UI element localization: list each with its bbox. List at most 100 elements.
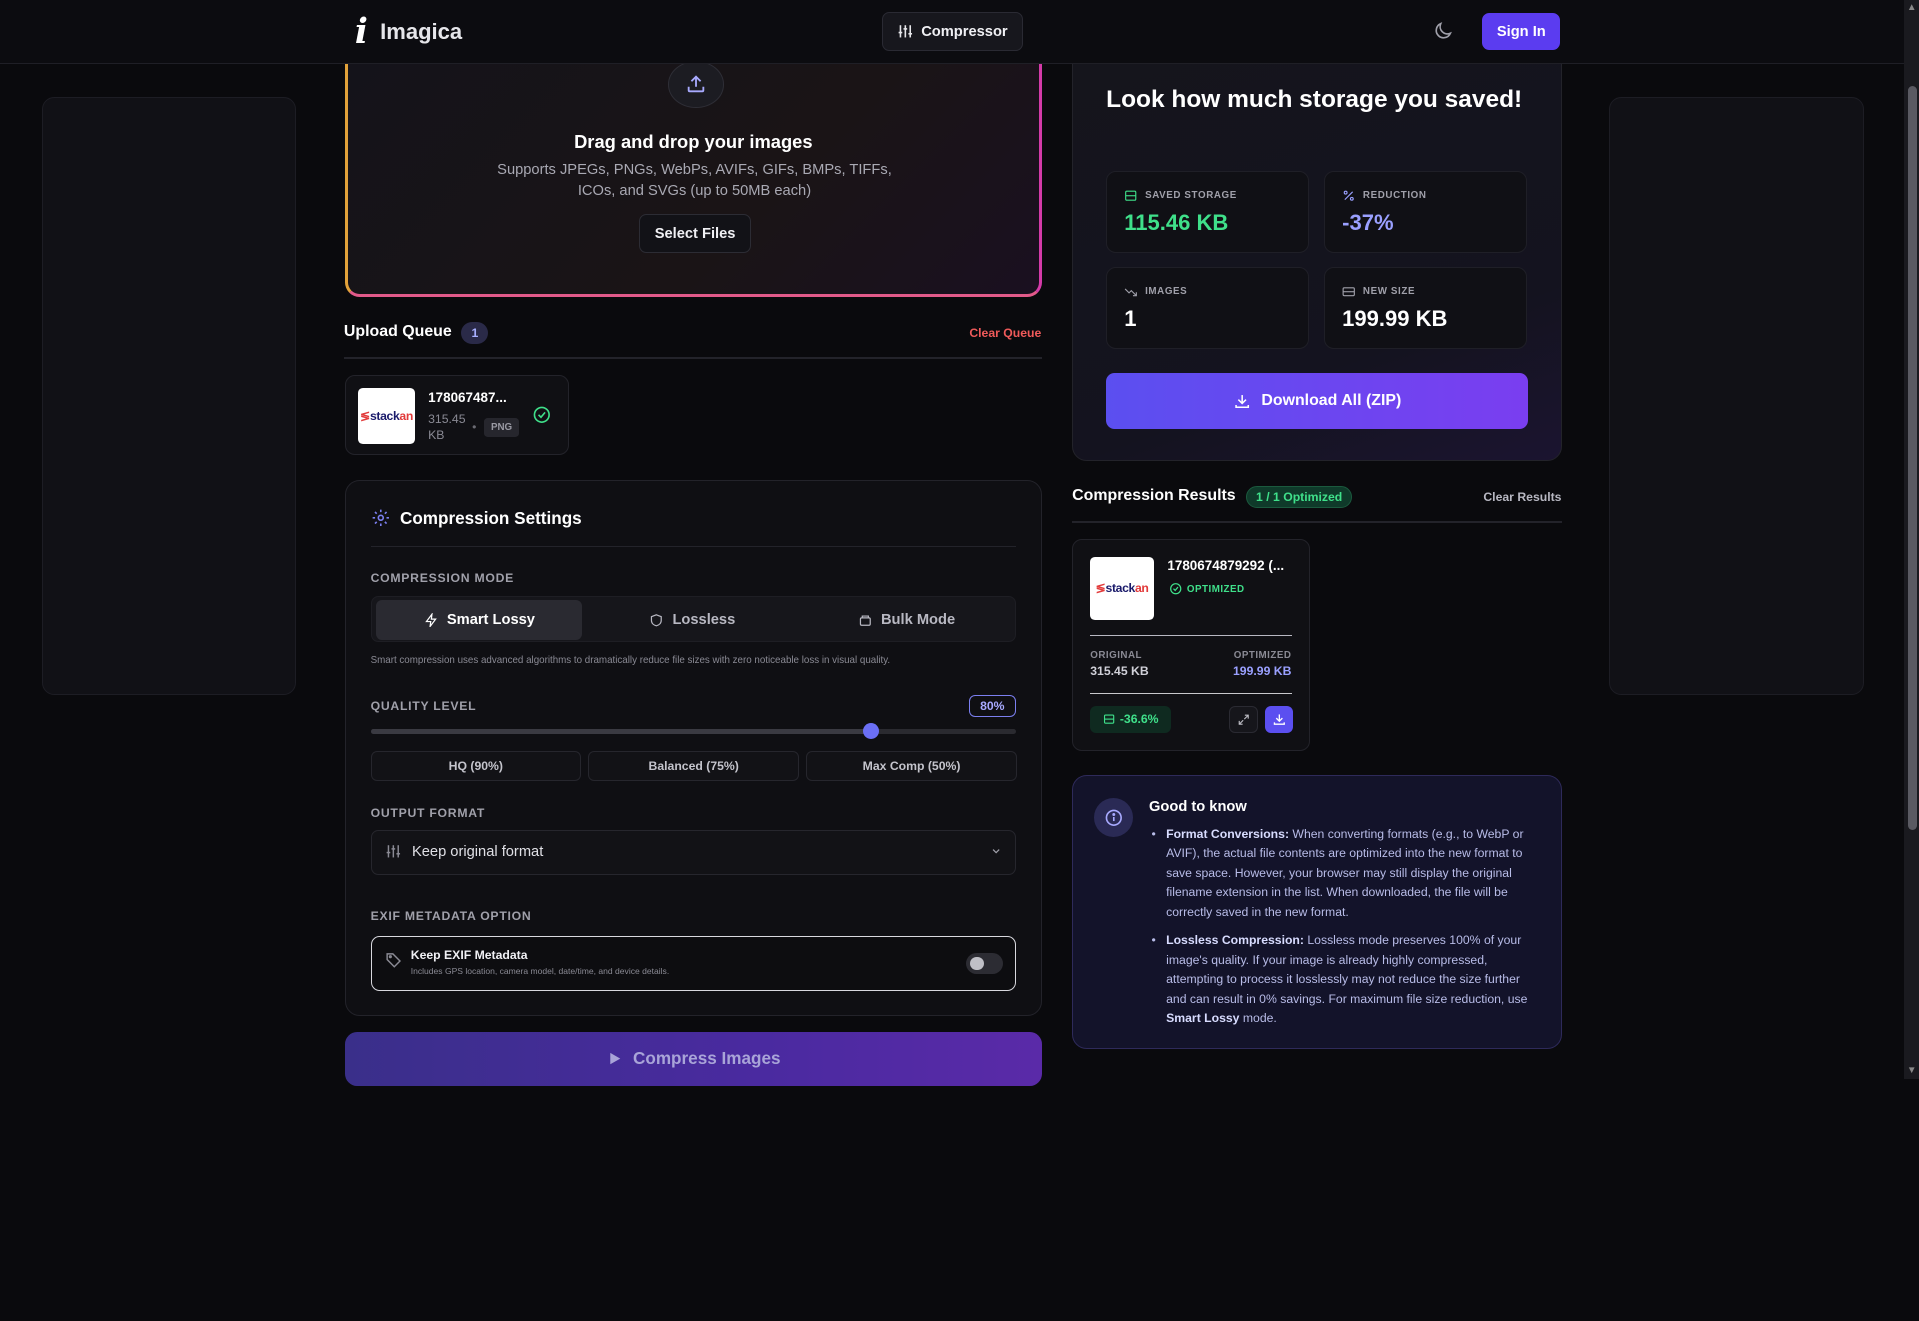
mode-bulk[interactable]: Bulk Mode [804, 600, 1010, 639]
mode-description: Smart compression uses advanced algorith… [370, 654, 891, 666]
result-item: ≶stackan 1780674879292 (... OPTIMIZED OR… [1072, 538, 1310, 752]
gear-icon [372, 510, 389, 527]
play-icon [610, 1052, 621, 1065]
saved-storage-value: 115.46 KB [1124, 210, 1229, 236]
info-title: Good to know [1149, 798, 1247, 815]
trend-down-icon [1125, 288, 1138, 296]
expand-preview-button[interactable] [1228, 705, 1258, 733]
optimized-size: 199.99 KB [1233, 664, 1292, 679]
divider [343, 357, 1042, 359]
dropzone-title: Drag and drop your images [574, 130, 813, 152]
layers-icon [859, 615, 871, 626]
tag-icon [386, 952, 402, 968]
theme-toggle-button[interactable] [1432, 20, 1456, 44]
optimized-status: OPTIMIZED [1169, 582, 1245, 595]
preset-hq-button[interactable]: HQ (90%) [370, 751, 582, 781]
optimized-label: OPTIMIZED [1233, 649, 1292, 661]
drive-icon [1342, 286, 1356, 296]
exif-toggle[interactable] [966, 952, 1004, 974]
logo-mark: i [354, 11, 368, 52]
quality-slider-handle[interactable] [863, 723, 880, 739]
queue-thumbnail: ≶stackan [358, 387, 415, 445]
top-navbar: i Imagica Compressor Sign In [0, 0, 1905, 64]
sliders-icon [898, 25, 913, 38]
dropzone-subtitle: Supports JPEGs, PNGs, WebPs, AVIFs, GIFs… [497, 162, 892, 200]
mode-smart-lossy[interactable]: Smart Lossy [376, 600, 583, 640]
original-size: 315.45 KB [1090, 664, 1149, 679]
queue-file-name: 178067487... [428, 390, 507, 406]
result-thumbnail: ≶stackan [1090, 556, 1154, 621]
mode-lossless[interactable]: Lossless [589, 600, 795, 639]
exif-label: EXIF METADATA OPTION [370, 909, 532, 924]
divider [1072, 521, 1562, 523]
percent-icon [1343, 190, 1354, 202]
toggle-knob [970, 956, 984, 971]
download-icon [1273, 714, 1285, 725]
storage-icon [1103, 714, 1114, 725]
storage-icon [1125, 190, 1137, 202]
moon-icon [1435, 21, 1452, 39]
output-format-select[interactable]: Keep original format [370, 829, 1016, 875]
original-label: ORIGINAL [1090, 649, 1142, 661]
sign-in-button[interactable]: Sign In [1482, 13, 1561, 51]
images-value: 1 [1124, 305, 1137, 331]
preset-balanced-button[interactable]: Balanced (75%) [588, 751, 799, 781]
output-format-label: OUTPUT FORMAT [370, 806, 486, 821]
quality-slider-fill [370, 729, 871, 735]
logo-text: Imagica [380, 18, 463, 44]
saved-title: Look how much storage you saved! [1106, 86, 1523, 114]
quality-slider[interactable] [370, 723, 1016, 739]
stat-reduction: REDUCTION -37% [1324, 171, 1528, 254]
storage-saved-panel: Look how much storage you saved! SAVED S… [1072, 48, 1562, 462]
left-ad-panel [41, 96, 297, 696]
preset-max-comp-button[interactable]: Max Comp (50%) [806, 751, 1017, 781]
compress-images-button[interactable]: Compress Images [345, 1031, 1042, 1086]
file-format-badge: PNG [484, 418, 519, 437]
compression-settings-panel: Compression Settings COMPRESSION MODE Sm… [345, 479, 1042, 1016]
new-size-value: 199.99 KB [1342, 305, 1448, 331]
download-icon [1235, 395, 1250, 409]
reduction-value: -37% [1342, 210, 1394, 236]
image-dropzone[interactable]: Drag and drop your images Supports JPEGs… [345, 48, 1042, 298]
scrollbar-thumb[interactable] [1908, 85, 1917, 830]
select-files-button[interactable]: Select Files [639, 214, 751, 254]
shield-icon [651, 613, 663, 627]
exif-description: Includes GPS location, camera model, dat… [410, 966, 670, 977]
info-item-format-conversions: Format Conversions: When converting form… [1151, 825, 1543, 923]
exif-title: Keep EXIF Metadata [410, 948, 528, 963]
upload-queue-title: Upload Queue [343, 323, 452, 341]
good-to-know-panel: Good to know Format Conversions: When co… [1072, 774, 1562, 1049]
queue-item: ≶stackan 178067487... 315.45 KB • PNG [345, 374, 570, 456]
compression-mode-label: COMPRESSION MODE [370, 571, 515, 586]
info-list: Format Conversions: When converting form… [1151, 825, 1543, 1038]
queue-file-size: 315.45 KB [428, 412, 466, 443]
compressor-nav-button[interactable]: Compressor [882, 12, 1024, 52]
scroll-up-arrow-icon[interactable]: ▲ [1907, 2, 1917, 13]
quality-level-label: QUALITY LEVEL [370, 698, 477, 713]
download-all-zip-button[interactable]: Download All (ZIP) [1106, 373, 1529, 430]
optimized-count-badge: 1 / 1 Optimized [1245, 485, 1353, 508]
right-ad-panel [1609, 96, 1864, 696]
divider [370, 545, 1016, 547]
compression-results-title: Compression Results [1072, 487, 1236, 505]
clear-queue-button[interactable]: Clear Queue [969, 326, 1041, 340]
check-circle-icon [1169, 583, 1181, 595]
settings-title: Compression Settings [399, 507, 582, 528]
page-scrollbar[interactable]: ▲ ▼ [1904, 0, 1919, 1080]
stat-new-size: NEW SIZE 199.99 KB [1324, 266, 1528, 349]
exif-option-card[interactable]: Keep EXIF Metadata Includes GPS location… [370, 936, 1016, 992]
upload-icon [667, 61, 724, 108]
info-item-lossless: Lossless Compression: Lossless mode pres… [1151, 931, 1543, 1029]
compression-mode-selector: Smart Lossy Lossless Bulk Mode [370, 595, 1016, 643]
separator-dot: • [472, 419, 477, 434]
download-result-button[interactable] [1265, 705, 1294, 733]
divider [1090, 634, 1293, 637]
logo[interactable]: i Imagica [355, 15, 462, 49]
result-file-name: 1780674879292 (... [1167, 557, 1285, 573]
clear-results-button[interactable]: Clear Results [1483, 490, 1561, 504]
sliders-icon [386, 845, 401, 858]
lightning-icon [424, 612, 437, 628]
stat-images: IMAGES 1 [1106, 266, 1310, 349]
scroll-down-arrow-icon[interactable]: ▼ [1907, 1065, 1917, 1076]
settings-header: Compression Settings [371, 508, 582, 529]
